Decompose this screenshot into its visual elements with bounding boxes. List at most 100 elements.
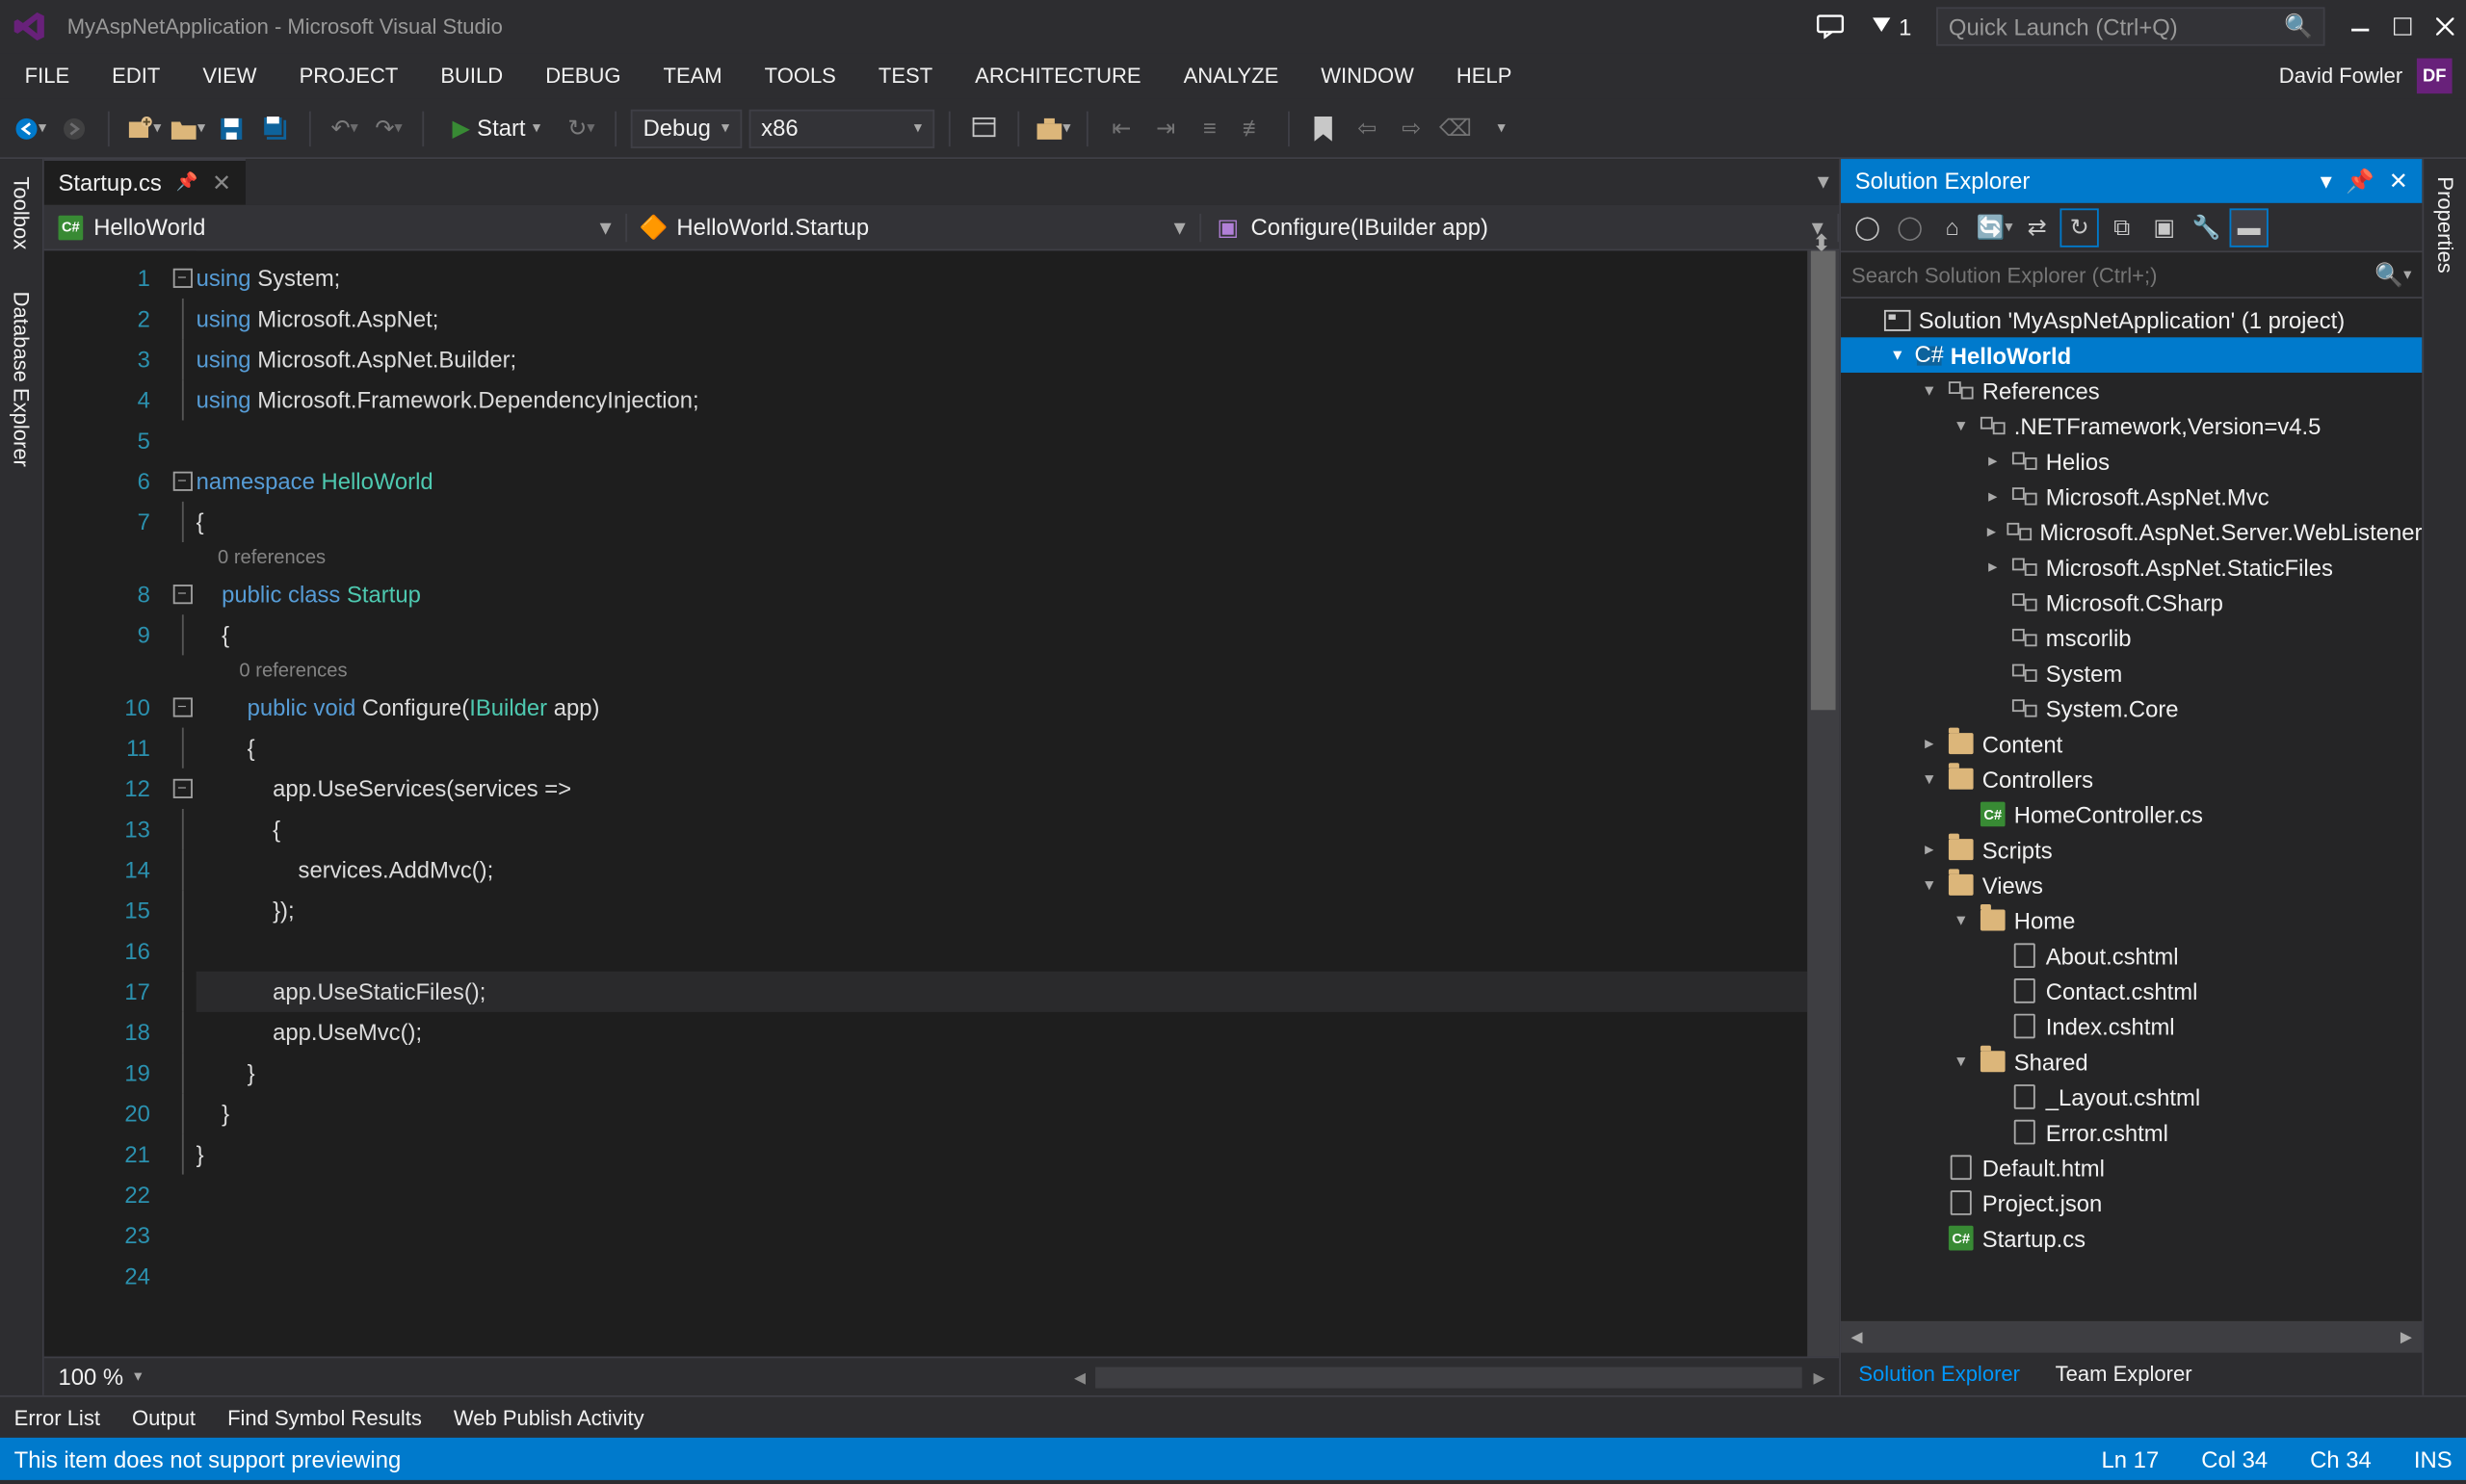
tree-item[interactable]: _Layout.cshtml bbox=[1841, 1080, 2422, 1115]
code-line[interactable]: services.AddMvc(); bbox=[197, 849, 1808, 890]
menu-window[interactable]: WINDOW bbox=[1299, 57, 1435, 95]
menu-file[interactable]: FILE bbox=[4, 57, 91, 95]
code-line[interactable]: { bbox=[197, 502, 1808, 542]
menu-view[interactable]: VIEW bbox=[181, 57, 277, 95]
se-horizontal-scrollbar[interactable]: ◂▸ bbox=[1841, 1321, 2422, 1353]
code-line[interactable] bbox=[197, 1175, 1808, 1215]
bottom-tab[interactable]: Output bbox=[132, 1405, 196, 1430]
browser-link-button[interactable] bbox=[964, 109, 1003, 147]
menu-test[interactable]: TEST bbox=[857, 57, 954, 95]
menu-help[interactable]: HELP bbox=[1435, 57, 1534, 95]
tree-item[interactable]: ▸Content bbox=[1841, 726, 2422, 762]
expand-icon[interactable]: ▾ bbox=[1887, 346, 1908, 365]
rail-tab-properties[interactable]: Properties bbox=[2429, 169, 2461, 280]
platform-dropdown[interactable]: x86▾ bbox=[748, 109, 934, 147]
panel-dropdown-icon[interactable]: ▾ bbox=[2321, 167, 2332, 195]
code-line[interactable]: } bbox=[197, 1053, 1808, 1093]
tree-item[interactable]: ▸Microsoft.AspNet.Server.WebListener bbox=[1841, 514, 2422, 550]
nav-forward-button[interactable] bbox=[55, 109, 93, 147]
bottom-tab[interactable]: Web Publish Activity bbox=[454, 1405, 644, 1430]
tree-item[interactable]: Contact.cshtml bbox=[1841, 974, 2422, 1009]
expand-icon[interactable]: ▸ bbox=[1982, 486, 2004, 506]
menu-project[interactable]: PROJECT bbox=[278, 57, 420, 95]
tree-item[interactable]: ▾References bbox=[1841, 373, 2422, 408]
toolbox-button[interactable]: ▾ bbox=[1034, 109, 1072, 147]
tree-item[interactable]: ▸Helios bbox=[1841, 443, 2422, 479]
vertical-scrollbar[interactable] bbox=[1807, 250, 1839, 1356]
expand-icon[interactable]: ▸ bbox=[1919, 734, 1940, 753]
close-tab-icon[interactable]: ✕ bbox=[212, 169, 231, 196]
nav-method-dropdown[interactable]: ▣ Configure(IBuilder app) ▾ bbox=[1201, 213, 1839, 241]
tree-item[interactable]: Microsoft.CSharp bbox=[1841, 585, 2422, 620]
tree-item[interactable]: System.Core bbox=[1841, 690, 2422, 726]
code-line[interactable] bbox=[197, 931, 1808, 972]
tree-item[interactable]: ▸Microsoft.AspNet.Mvc bbox=[1841, 479, 2422, 514]
expand-icon[interactable]: ▸ bbox=[1919, 840, 1940, 859]
codelens[interactable]: 0 references bbox=[197, 542, 1808, 574]
minimize-button[interactable] bbox=[2349, 16, 2371, 38]
comment-button[interactable]: ≡ bbox=[1191, 109, 1229, 147]
zoom-level[interactable]: 100 % bbox=[59, 1364, 124, 1391]
tree-item[interactable]: System bbox=[1841, 655, 2422, 690]
tree-item[interactable]: C#HomeController.cs bbox=[1841, 796, 2422, 832]
rail-tab-toolbox[interactable]: Toolbox bbox=[6, 169, 38, 257]
hscroll-right-icon[interactable]: ▸ bbox=[1814, 1363, 1825, 1391]
code-line[interactable] bbox=[197, 1256, 1808, 1296]
notifications-icon[interactable]: 1 bbox=[1869, 13, 1911, 40]
rail-tab-database-explorer[interactable]: Database Explorer bbox=[6, 285, 38, 475]
fold-toggle[interactable]: − bbox=[172, 269, 192, 288]
se-show-all-button[interactable]: ⧉ bbox=[2102, 207, 2140, 246]
tree-item[interactable]: mscorlib bbox=[1841, 620, 2422, 656]
solution-tree[interactable]: Solution 'MyAspNetApplication' (1 projec… bbox=[1841, 299, 2422, 1321]
uncomment-button[interactable]: ≢ bbox=[1235, 109, 1273, 147]
fold-toggle[interactable]: − bbox=[172, 697, 192, 716]
fold-toggle[interactable]: − bbox=[172, 779, 192, 798]
clear-bookmarks-button[interactable]: ⌫ bbox=[1436, 109, 1475, 147]
open-file-button[interactable]: ▾ bbox=[168, 109, 206, 147]
tree-item[interactable]: Project.json bbox=[1841, 1185, 2422, 1221]
code-line[interactable]: using Microsoft.AspNet.Builder; bbox=[197, 339, 1808, 379]
code-body[interactable]: using System;using Microsoft.AspNet;usin… bbox=[197, 250, 1808, 1356]
menu-analyze[interactable]: ANALYZE bbox=[1163, 57, 1300, 95]
se-collapse-button[interactable]: ↻ bbox=[2059, 207, 2098, 246]
expand-icon[interactable]: ▸ bbox=[1982, 452, 2004, 471]
code-line[interactable]: { bbox=[197, 614, 1808, 655]
fold-toggle[interactable]: − bbox=[172, 472, 192, 491]
panel-tab[interactable]: Solution Explorer bbox=[1841, 1353, 2037, 1395]
bottom-tab[interactable]: Error List bbox=[14, 1405, 100, 1430]
nav-class-dropdown[interactable]: 🔶 HelloWorld.Startup ▾ bbox=[627, 213, 1201, 241]
code-line[interactable]: } bbox=[197, 1133, 1808, 1174]
solution-explorer-header[interactable]: Solution Explorer ▾ 📌 ✕ bbox=[1841, 159, 2422, 203]
expand-icon[interactable]: ▾ bbox=[1919, 769, 1940, 789]
tree-item[interactable]: ▸Scripts bbox=[1841, 832, 2422, 868]
panel-tab[interactable]: Team Explorer bbox=[2037, 1353, 2210, 1395]
code-line[interactable]: } bbox=[197, 1093, 1808, 1133]
toolbar-overflow-button[interactable]: ▾ bbox=[1482, 109, 1520, 147]
bottom-tab[interactable]: Find Symbol Results bbox=[227, 1405, 422, 1430]
se-back-button[interactable]: ◯ bbox=[1848, 207, 1886, 246]
refresh-button[interactable]: ↻▾ bbox=[562, 109, 600, 147]
pin-icon[interactable]: 📌 bbox=[176, 173, 198, 193]
code-line[interactable]: using Microsoft.AspNet; bbox=[197, 299, 1808, 339]
prev-bookmark-button[interactable]: ⇦ bbox=[1348, 109, 1386, 147]
redo-button[interactable]: ↷▾ bbox=[369, 109, 407, 147]
expand-icon[interactable]: ▸ bbox=[1982, 558, 2004, 577]
save-button[interactable] bbox=[212, 109, 250, 147]
menu-debug[interactable]: DEBUG bbox=[524, 57, 642, 95]
code-line[interactable]: app.UseServices(services => bbox=[197, 768, 1808, 809]
fold-toggle[interactable]: − bbox=[172, 585, 192, 604]
expand-icon[interactable]: ▾ bbox=[1919, 875, 1940, 895]
bookmark-button[interactable] bbox=[1303, 109, 1342, 147]
solution-explorer-search[interactable]: 🔍▾ bbox=[1841, 252, 2422, 299]
expand-icon[interactable]: ▾ bbox=[1951, 910, 1972, 929]
tree-item[interactable]: About.cshtml bbox=[1841, 938, 2422, 974]
code-line[interactable]: { bbox=[197, 728, 1808, 768]
close-panel-icon[interactable]: ✕ bbox=[2389, 167, 2408, 195]
se-view-button[interactable]: ▬ bbox=[2230, 207, 2269, 246]
close-button[interactable] bbox=[2434, 16, 2455, 38]
nav-back-button[interactable]: ▾ bbox=[11, 109, 49, 147]
zoom-dropdown-icon[interactable]: ▾ bbox=[134, 1367, 142, 1387]
code-editor[interactable]: ⬍ 12345678910111213141516171819202122232… bbox=[44, 250, 1839, 1356]
se-refresh-button[interactable]: ⇄ bbox=[2017, 207, 2056, 246]
indent-less-button[interactable]: ⇤ bbox=[1102, 109, 1141, 147]
